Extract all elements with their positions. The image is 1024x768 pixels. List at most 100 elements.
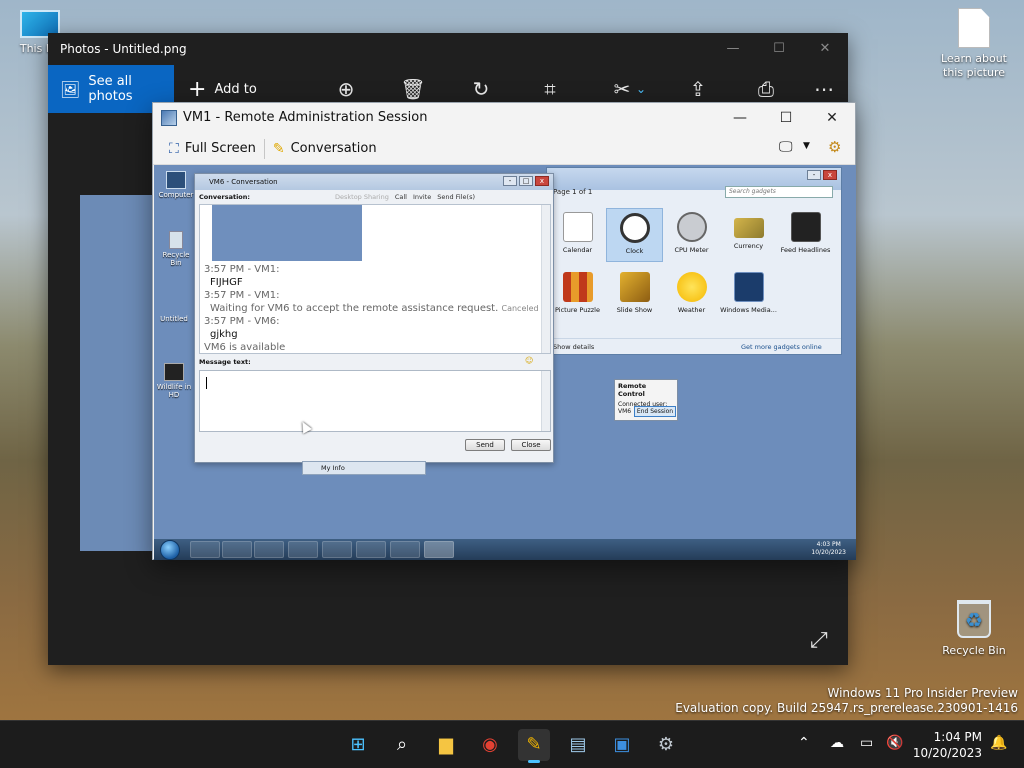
guest-task-app5[interactable] bbox=[322, 541, 352, 558]
emoticon-icon[interactable]: ☺ bbox=[525, 356, 533, 365]
chrome-icon[interactable]: ◉ bbox=[474, 729, 506, 761]
document-icon bbox=[958, 8, 990, 48]
close-button[interactable]: x bbox=[535, 176, 549, 186]
guest-task-app6[interactable] bbox=[356, 541, 386, 558]
conversation-title-text: VM6 - Conversation bbox=[209, 178, 278, 186]
minimize-button[interactable]: - bbox=[503, 176, 517, 186]
display-icon[interactable]: ▭ bbox=[860, 735, 873, 751]
end-session-button[interactable]: End Session bbox=[634, 406, 676, 417]
send-button[interactable]: Send bbox=[465, 439, 505, 451]
gadget-label: Picture Puzzle bbox=[555, 306, 600, 314]
gadget-search-input[interactable]: Search gadgets bbox=[725, 186, 833, 198]
invite-button[interactable]: Invite bbox=[413, 190, 431, 204]
recycle-bin-icon: ♻ bbox=[957, 600, 991, 638]
conversation-button[interactable]: ✎ Conversation bbox=[267, 141, 383, 157]
guest-icon-wildlife[interactable]: Wildlife in HD bbox=[154, 363, 194, 399]
file-icon bbox=[164, 301, 184, 313]
network-icon[interactable]: ☁ bbox=[830, 735, 844, 751]
notification-bell-icon[interactable]: 🔔 bbox=[990, 735, 1007, 751]
remote-session-icon bbox=[161, 110, 177, 126]
remote-control-title: Remote Control bbox=[618, 382, 647, 398]
gadget-weather[interactable]: Weather bbox=[663, 268, 720, 322]
gadget-clock[interactable]: Clock bbox=[606, 208, 663, 262]
volume-muted-icon[interactable]: 🔇 bbox=[886, 735, 903, 751]
message-sender: 3:57 PM - VM1: bbox=[204, 264, 280, 275]
settings-icon[interactable]: ⚙ bbox=[828, 138, 841, 156]
taskbar-clock[interactable]: 1:04 PM 10/20/2023 bbox=[912, 729, 982, 761]
gadgets-window: - x Page 1 of 1 Search gadgets Calendar … bbox=[546, 167, 842, 355]
guest-icon-label: Untitled bbox=[160, 315, 188, 323]
gadget-label: Windows Media... bbox=[720, 306, 777, 314]
chat-scrollbar[interactable] bbox=[541, 205, 550, 353]
search-icon[interactable]: ⌕ bbox=[386, 729, 418, 761]
maximize-button[interactable]: ☐ bbox=[763, 103, 809, 133]
recycle-bin-icon bbox=[169, 231, 183, 249]
guest-icon-label: Recycle Bin bbox=[162, 251, 190, 267]
guest-clock-time: 4:03 PM bbox=[816, 541, 841, 548]
guest-icon-recycle-bin[interactable]: Recycle Bin bbox=[156, 231, 196, 267]
guest-task-conversation[interactable] bbox=[424, 541, 454, 558]
gadget-calendar[interactable]: Calendar bbox=[549, 208, 606, 262]
guest-icon-untitled[interactable]: Untitled bbox=[154, 301, 194, 323]
close-button[interactable]: ✕ bbox=[809, 103, 855, 133]
close-button[interactable]: x bbox=[823, 170, 837, 180]
guest-task-ie[interactable] bbox=[190, 541, 220, 558]
my-info-bar[interactable]: My Info bbox=[302, 461, 426, 475]
button-label: See all photos bbox=[88, 74, 133, 104]
full-screen-button[interactable]: ⛶ Full Screen bbox=[163, 141, 262, 157]
show-details-toggle[interactable]: Show details bbox=[553, 343, 594, 351]
maximize-button[interactable]: □ bbox=[519, 176, 533, 186]
guest-task-app7[interactable] bbox=[390, 541, 420, 558]
guest-icon-computer[interactable]: Computer bbox=[156, 171, 196, 199]
slideshow-icon bbox=[619, 272, 650, 302]
cpu-meter-icon bbox=[676, 212, 707, 242]
task-manager-icon[interactable]: ▤ bbox=[562, 729, 594, 761]
file-explorer-icon[interactable]: ▆ bbox=[430, 729, 462, 761]
chat-app-icon[interactable]: ✎ bbox=[518, 729, 550, 763]
desktop-icon-learn-about-picture[interactable]: Learn about this picture bbox=[938, 8, 1010, 80]
vm-window: VM1 - Remote Administration Session — ☐ … bbox=[152, 102, 856, 560]
guest-task-explorer[interactable] bbox=[222, 541, 252, 558]
photos-app-icon[interactable]: ▣ bbox=[606, 729, 638, 761]
full-screen-icon: ⛶ bbox=[169, 140, 179, 157]
conversation-actions: Desktop Sharing Call Invite Send File(s) bbox=[335, 190, 475, 204]
minimize-button[interactable]: - bbox=[807, 170, 821, 180]
message-scrollbar[interactable] bbox=[541, 371, 550, 431]
guest-task-chrome[interactable] bbox=[288, 541, 318, 558]
guest-clock[interactable]: 4:03 PM 10/20/2023 bbox=[811, 541, 846, 557]
chevron-down-icon[interactable]: ▼ bbox=[803, 141, 810, 151]
currency-icon bbox=[733, 218, 764, 238]
gadget-picture-puzzle[interactable]: Picture Puzzle bbox=[549, 268, 606, 322]
guest-task-media[interactable] bbox=[254, 541, 284, 558]
conversation-window: VM6 - Conversation - □ x Conversation: D… bbox=[194, 173, 554, 463]
guest-start-icon[interactable] bbox=[160, 540, 180, 560]
desktop-icon-recycle-bin[interactable]: ♻ Recycle Bin bbox=[938, 600, 1010, 658]
gadget-cpu-meter[interactable]: CPU Meter bbox=[663, 208, 720, 262]
add-to-button[interactable]: + Add to bbox=[188, 77, 257, 102]
minimize-button[interactable]: — bbox=[717, 103, 763, 133]
gadgets-caption-buttons: - x bbox=[807, 170, 837, 180]
close-button[interactable]: ✕ bbox=[802, 33, 848, 65]
guest-icon-label: Computer bbox=[158, 191, 194, 199]
gadget-feed-headlines[interactable]: Feed Headlines bbox=[777, 208, 834, 262]
gadget-slide-show[interactable]: Slide Show bbox=[606, 268, 663, 322]
close-button[interactable]: Close bbox=[511, 439, 551, 451]
send-files-button[interactable]: Send File(s) bbox=[437, 190, 475, 204]
gadget-currency[interactable]: Currency bbox=[720, 208, 777, 262]
chevron-up-icon[interactable]: ⌃ bbox=[798, 735, 810, 751]
expand-icon[interactable]: ⤢ bbox=[810, 628, 828, 653]
minimize-button[interactable]: — bbox=[710, 33, 756, 65]
call-button[interactable]: Call bbox=[395, 190, 407, 204]
message-input[interactable] bbox=[199, 370, 551, 432]
media-icon bbox=[733, 272, 764, 302]
maximize-button[interactable]: ☐ bbox=[756, 33, 802, 65]
chat-history: 3:57 PM - VM1: FIJHGF 3:57 PM - VM1: Wai… bbox=[199, 204, 551, 354]
display-icon[interactable]: 🖵 bbox=[779, 139, 793, 155]
desktop-sharing-button[interactable]: Desktop Sharing bbox=[335, 190, 389, 204]
watermark-line: Windows 11 Pro Insider Preview bbox=[827, 686, 1018, 700]
gadgets-online-link[interactable]: Get more gadgets online bbox=[741, 339, 822, 355]
vm-caption-buttons: — ☐ ✕ bbox=[717, 103, 855, 133]
settings-icon[interactable]: ⚙ bbox=[650, 729, 682, 761]
gadget-windows-media[interactable]: Windows Media... bbox=[720, 268, 777, 322]
start-icon[interactable]: ⊞ bbox=[342, 729, 374, 761]
